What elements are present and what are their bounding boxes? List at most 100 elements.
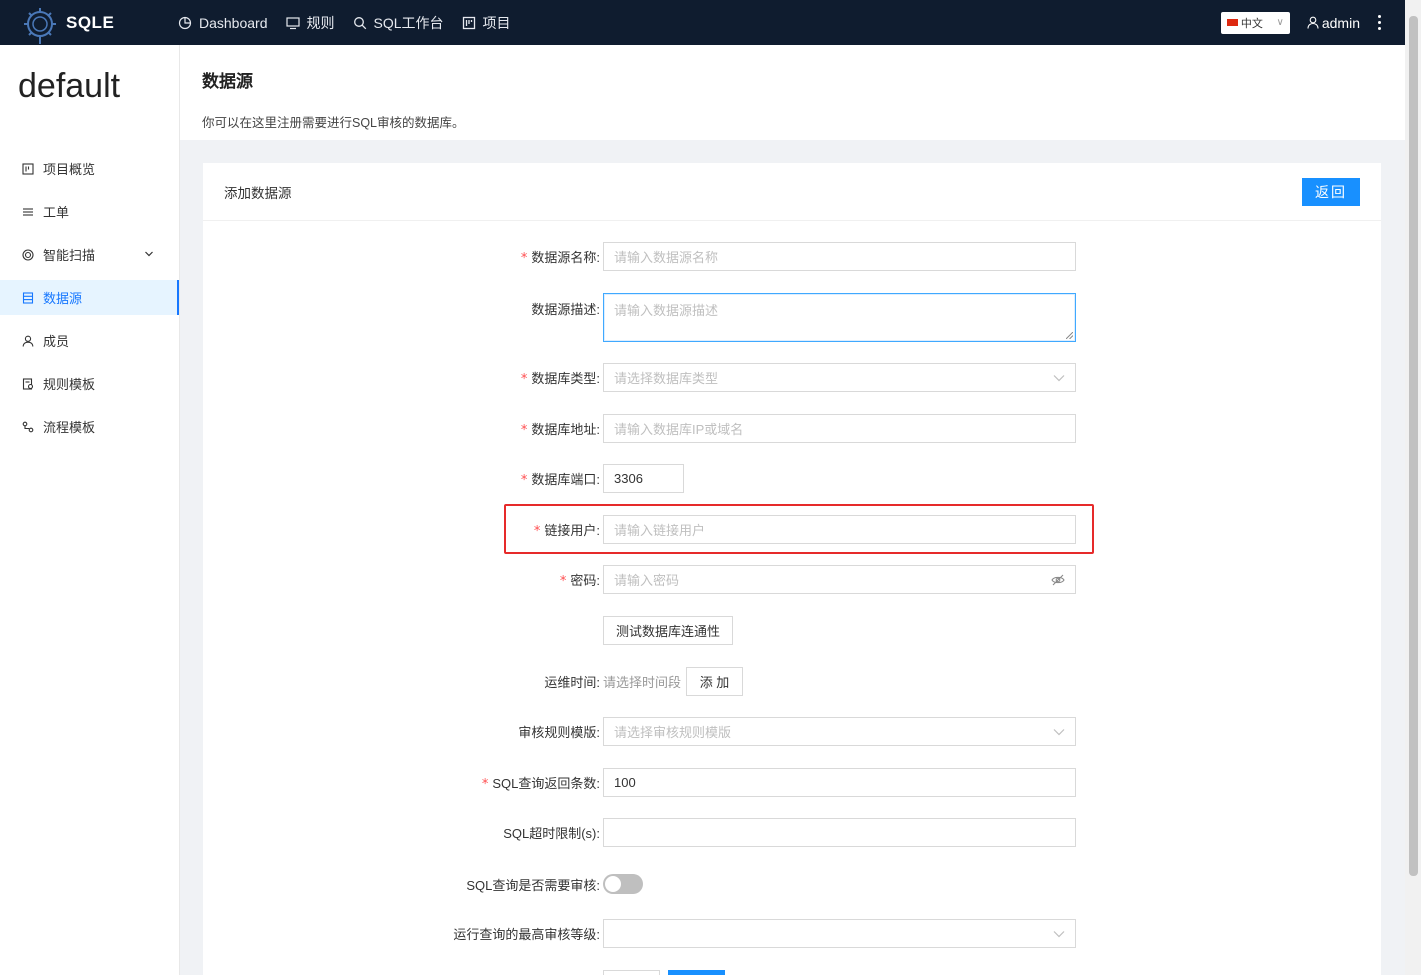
form-row-sql-rows: * SQL查询返回条数: 100: [203, 768, 1381, 797]
database-icon: [22, 291, 34, 304]
datasource-name-input[interactable]: 请输入数据源名称: [603, 242, 1076, 271]
language-label: 中文: [1240, 17, 1263, 30]
datasource-description-textarea[interactable]: 请输入数据源描述: [603, 293, 1076, 342]
sql-timeout-input[interactable]: [603, 818, 1076, 847]
scan-icon: [22, 248, 34, 261]
db-type-label: * 数据库类型:: [520, 371, 600, 387]
datasource-name-label: * 数据源名称:: [520, 250, 600, 266]
project-icon: [462, 16, 475, 29]
password-input[interactable]: 请输入密码: [603, 565, 1076, 594]
list-icon: [23, 207, 33, 216]
form-row-password: * 密码: 请输入密码: [203, 565, 1381, 594]
sidebar-item-flow-templates[interactable]: 流程模板: [0, 409, 179, 444]
sidebar-item-project-overview[interactable]: 项目概览: [0, 151, 179, 186]
sql-timeout-label: SQL超时限制(s):: [503, 826, 600, 841]
sqle-logo-icon: [22, 5, 58, 44]
sidebar-item-label: 智能扫描: [43, 248, 96, 263]
form-row-name: * 数据源名称: 请输入数据源名称: [203, 242, 1381, 271]
sidebar-item-label: 项目概览: [43, 162, 96, 177]
top-navigation-bar: SQLE Dashboard 规则 SQL工作台 项目 中文 ∨ admin: [0, 0, 1405, 45]
more-menu-icon[interactable]: [1378, 15, 1381, 30]
sidebar-item-orders[interactable]: 工单: [0, 194, 179, 229]
sidebar-item-members[interactable]: 成员: [0, 323, 179, 358]
nav-dashboard-label: Dashboard: [199, 14, 268, 31]
chevron-down-icon: ∨: [1276, 17, 1284, 28]
form-row-need-audit: SQL查询是否需要审核:: [203, 874, 1381, 894]
project-overview-icon: [22, 162, 34, 175]
logo-text: SQLE: [66, 12, 115, 32]
sidebar-item-smart-scan[interactable]: 智能扫描: [0, 237, 179, 272]
nav-rules-label: 规则: [306, 14, 335, 31]
sql-rows-input[interactable]: 100: [603, 768, 1076, 797]
add-maintenance-button[interactable]: 添 加: [686, 667, 743, 696]
highlight-box: [504, 504, 1094, 554]
nav-project[interactable]: 项目: [462, 13, 511, 33]
form-row-rule-template: 审核规则模版: 请选择审核规则模版: [203, 717, 1381, 746]
nav-dashboard[interactable]: Dashboard: [178, 15, 268, 31]
monitor-icon: [285, 16, 300, 29]
sidebar-item-label: 数据源: [43, 291, 83, 306]
nav-rules[interactable]: 规则: [285, 13, 335, 33]
chevron-down-icon: [1053, 930, 1065, 937]
nav-sql-workbench[interactable]: SQL工作台: [353, 13, 444, 33]
page-title: 数据源: [202, 72, 253, 91]
sidebar-menu: 项目概览 工单 智能扫描 数据源 成员 规则模板 流程模板: [0, 151, 179, 444]
form-row-maintenance: 运维时间: 请选择时间段 添 加: [203, 667, 1381, 696]
sidebar-item-label: 规则模板: [43, 377, 96, 392]
max-audit-level-label: 运行查询的最高审核等级:: [453, 927, 600, 942]
sql-rows-label: * SQL查询返回条数:: [481, 776, 600, 792]
form-row-db-type: * 数据库类型: 请选择数据库类型: [203, 363, 1381, 392]
chevron-down-icon: [1053, 374, 1065, 381]
sidebar-item-label: 流程模板: [43, 420, 96, 435]
sidebar-item-rule-templates[interactable]: 规则模板: [0, 366, 179, 401]
sidebar: default 项目概览 工单 智能扫描 数据源 成员 规则模板 流程模板: [0, 45, 180, 975]
rule-template-icon: [22, 377, 34, 390]
user-icon: [1307, 16, 1319, 29]
user-icon: [22, 335, 34, 347]
form-row-description: 数据源描述: 请输入数据源描述: [203, 293, 1381, 342]
main-nav: Dashboard 规则 SQL工作台 项目: [178, 13, 529, 33]
db-host-input[interactable]: 请输入数据库IP或域名: [603, 414, 1076, 443]
language-select[interactable]: 中文 ∨: [1220, 11, 1290, 34]
need-audit-switch[interactable]: [603, 874, 643, 894]
chevron-down-icon: [145, 251, 153, 257]
rule-template-select[interactable]: 请选择审核规则模版: [603, 717, 1076, 746]
password-label: * 密码:: [559, 573, 600, 589]
sidebar-item-datasource[interactable]: 数据源: [0, 280, 179, 315]
eye-invisible-icon[interactable]: [1051, 574, 1065, 586]
form-row-sql-timeout: SQL超时限制(s):: [203, 818, 1381, 847]
datasource-description-label: 数据源描述:: [531, 302, 600, 317]
form-row-port: * 数据库端口: 3306: [203, 464, 1381, 493]
db-type-select[interactable]: 请选择数据库类型: [603, 363, 1076, 392]
back-button[interactable]: 返回: [1302, 177, 1360, 206]
user-menu[interactable]: admin: [1307, 15, 1360, 31]
test-connection-button[interactable]: 测试数据库连通性: [603, 616, 733, 645]
maintenance-placeholder: 请选择时间段: [603, 675, 682, 690]
sidebar-item-label: 成员: [43, 334, 70, 349]
maintenance-label: 运维时间:: [544, 675, 600, 690]
chevron-down-icon: [1053, 728, 1065, 735]
db-port-input[interactable]: 3306: [603, 464, 684, 493]
scrollbar-thumb[interactable]: [1409, 16, 1418, 876]
pie-chart-icon: [178, 16, 192, 29]
china-flag-icon: [1226, 19, 1238, 26]
resize-handle-icon[interactable]: [1066, 332, 1073, 339]
sidebar-item-label: 工单: [43, 205, 70, 220]
reset-button[interactable]: [603, 970, 660, 975]
form-row-max-level: 运行查询的最高审核等级:: [203, 919, 1381, 948]
vertical-scrollbar[interactable]: [1405, 0, 1421, 975]
rule-template-label: 审核规则模版:: [518, 725, 600, 740]
need-audit-label: SQL查询是否需要审核:: [466, 877, 600, 893]
username: admin: [1321, 14, 1360, 31]
form-row-host: * 数据库地址: 请输入数据库IP或域名: [203, 414, 1381, 443]
flow-template-icon: [22, 421, 34, 432]
submit-button[interactable]: [668, 970, 725, 975]
max-audit-level-select[interactable]: [603, 919, 1076, 948]
project-name: default: [18, 67, 121, 105]
db-host-label: * 数据库地址:: [520, 422, 600, 438]
add-datasource-card: 添加数据源 返回 * 数据源名称: 请输入数据源名称 数据源描述: 请输入数据源描…: [203, 163, 1381, 975]
search-icon: [353, 16, 366, 29]
logo[interactable]: SQLE: [22, 5, 178, 44]
page-header: 数据源 你可以在这里注册需要进行SQL审核的数据库。: [180, 45, 1405, 140]
db-port-label: * 数据库端口:: [520, 472, 600, 488]
